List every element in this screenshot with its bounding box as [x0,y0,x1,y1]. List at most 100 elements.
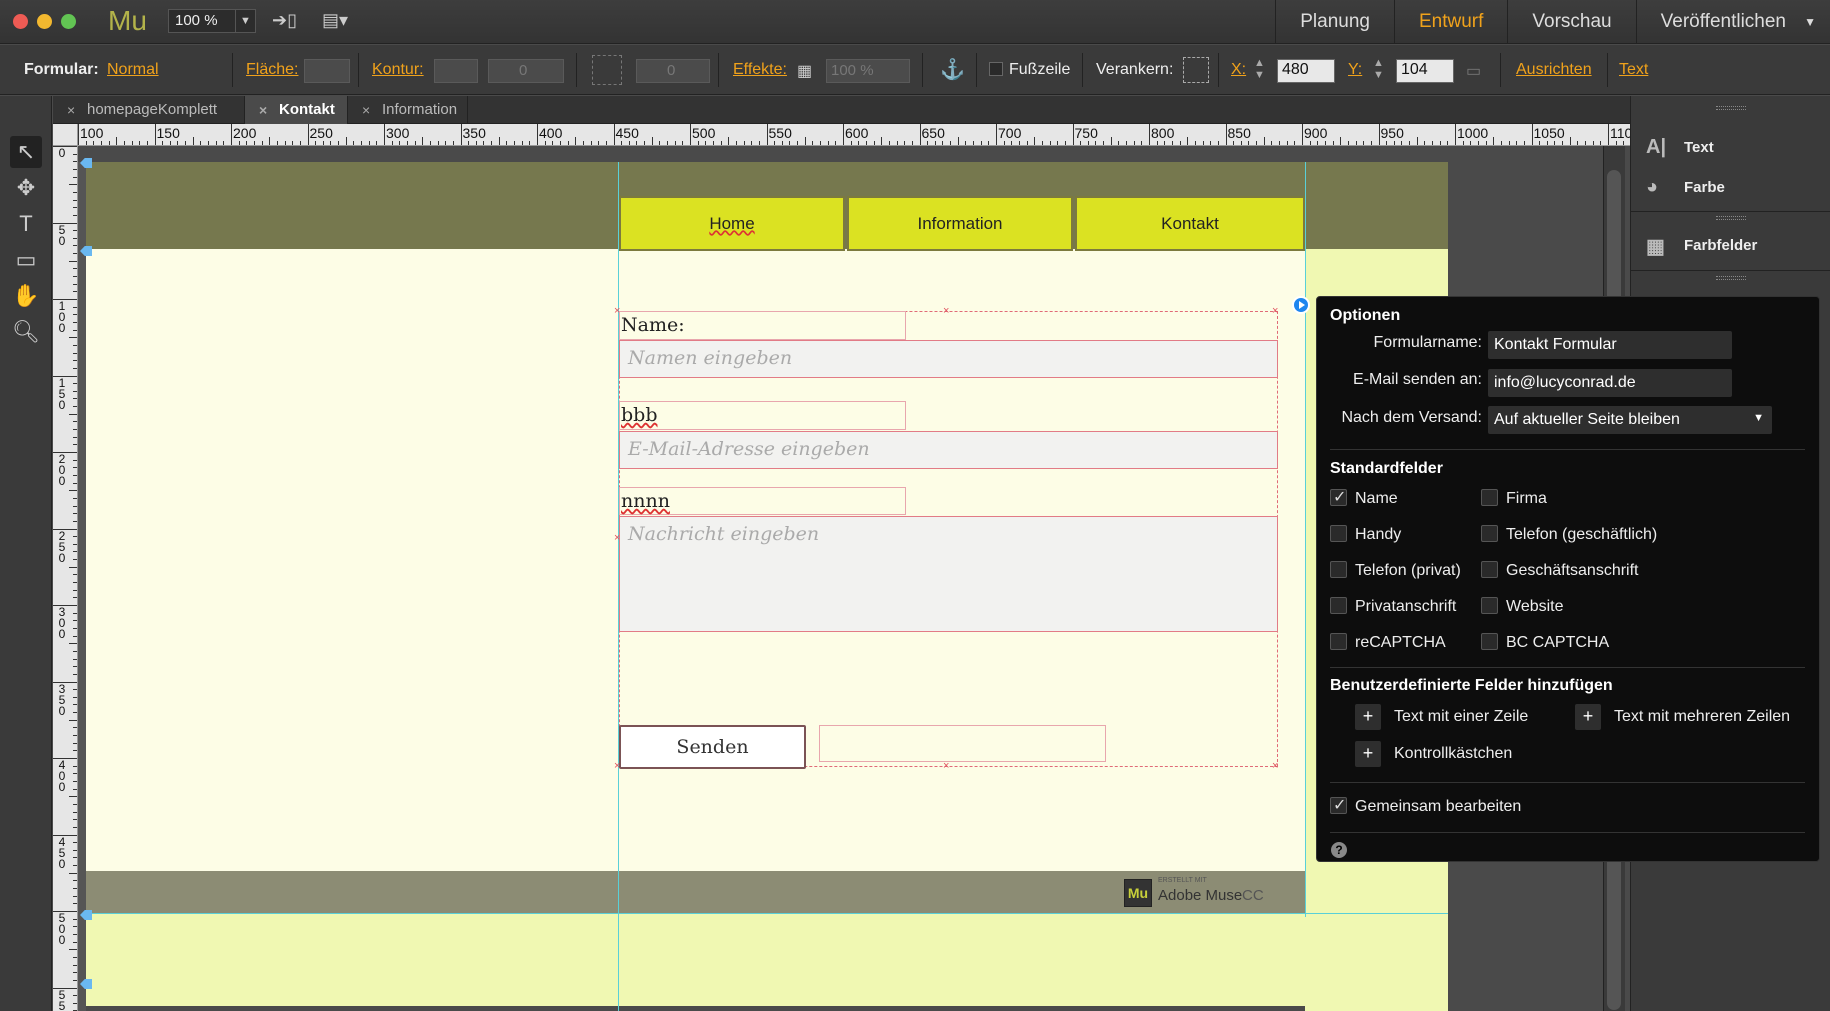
help-icon[interactable]: ? [1331,842,1347,858]
ruler-tick [73,520,77,522]
field-bc-captcha-checkbox[interactable]: BC CAPTCHA [1481,633,1609,652]
corner-radius-icon [592,55,622,85]
film-strip-icon[interactable]: ▤▾ [322,10,348,31]
field-telefon-geschaeftlich-checkbox[interactable]: Telefon (geschäftlich) [1481,525,1657,544]
y-input[interactable]: 104 [1396,59,1454,83]
add-multi-line-plus-icon[interactable]: + [1575,704,1601,730]
place-icon[interactable]: ➔▯ [272,10,297,31]
message-label-text: nnnn [621,490,670,512]
field-website-checkbox[interactable]: Website [1481,597,1564,616]
add-checkbox-label[interactable]: Kontrollkästchen [1394,745,1512,763]
x-input[interactable]: 480 [1277,59,1335,83]
field-privatanschrift-checkbox[interactable]: Privatanschrift [1330,597,1456,616]
field-name-checkbox[interactable]: Name [1330,487,1398,508]
mode-veroeffentlichen[interactable]: Veröffentlichen ▼ [1635,0,1830,44]
shared-edit-checkbox[interactable]: Gemeinsam bearbeiten [1330,795,1521,816]
zoom-select[interactable]: 100 % ▼ [168,9,256,33]
options-popover-toggle-icon[interactable] [1292,296,1310,314]
mode-entwurf[interactable]: Entwurf [1393,0,1507,44]
selection-tool-icon[interactable]: ↖ [10,136,42,168]
panel-grip[interactable] [1716,216,1746,220]
stroke-swatch[interactable] [434,59,478,83]
zoom-tool-icon[interactable]: 🔍︎ [10,316,42,348]
formname-input[interactable]: Kontakt Formular [1488,331,1732,359]
y-link[interactable]: Y: [1348,61,1362,79]
tab-homepagekomplett[interactable]: × homepageKomplett [53,96,245,124]
submit-button[interactable]: Senden [619,725,806,769]
stroke-width-stepper[interactable]: 0 [488,59,564,83]
corner-radius-stepper[interactable]: 0 [636,59,710,83]
close-icon[interactable]: × [67,96,75,124]
email-field[interactable]: E-Mail-Adresse eingeben [619,431,1278,469]
field-geschaeftsanschrift-checkbox[interactable]: Geschäftsanschrift [1481,561,1639,580]
muse-logo: Mu [108,5,147,36]
add-single-line-label[interactable]: Text mit einer Zeile [1394,708,1528,726]
mode-planung[interactable]: Planung [1275,0,1394,44]
message-field[interactable]: Nachricht eingeben [619,516,1278,632]
tab-information[interactable]: × Information [348,96,468,124]
field-firma-checkbox[interactable]: Firma [1481,489,1547,508]
stroke-link[interactable]: Kontur: [372,61,424,79]
ruler-tick [575,137,577,145]
name-field[interactable]: Namen eingeben [619,340,1278,378]
resize-handle-icon[interactable]: × [943,761,949,772]
email-label[interactable]: bbb [619,401,906,430]
ruler-tick [414,141,416,145]
minimize-window-button[interactable] [37,14,52,29]
ruler-tick [73,773,77,775]
field-handy-checkbox[interactable]: Handy [1330,525,1401,544]
opacity-field[interactable]: 100 % [826,59,910,83]
panel-farbfelder[interactable]: ▦ Farbfelder [1631,226,1830,266]
resize-handle-icon[interactable]: × [1272,761,1278,772]
panel-text[interactable]: A| Text [1631,128,1830,168]
x-link[interactable]: X: [1231,61,1246,79]
text-tool-icon[interactable]: T [10,208,42,240]
form-state-link[interactable]: Normal [107,61,159,79]
ruler-tick [169,141,171,145]
ruler-label: 950 [1380,125,1404,141]
field-telefon-privat-checkbox[interactable]: Telefon (privat) [1330,561,1461,580]
name-label[interactable]: Name: [619,311,906,340]
close-icon[interactable]: × [259,96,267,124]
panel-farbe[interactable]: ◕ Farbe [1631,168,1830,208]
panel-grip[interactable] [1716,276,1746,280]
ruler-tick [521,141,523,145]
anchor-grid-icon[interactable] [1183,57,1209,83]
effects-link[interactable]: Effekte: [733,61,787,79]
x-stepper-icon[interactable]: ▲ ▼ [1254,57,1265,81]
nav-kontakt[interactable]: Kontakt [1075,196,1305,251]
form-message-area[interactable] [819,725,1106,762]
footer-checkbox[interactable]: Fußzeile [989,61,1070,79]
close-window-button[interactable] [13,14,28,29]
hand-tool-icon[interactable]: ✋ [10,280,42,312]
ruler-tick [529,141,531,145]
tab-kontakt[interactable]: × Kontakt [245,96,348,124]
nav-home[interactable]: Home [619,196,845,251]
divider [358,53,359,87]
text-link[interactable]: Text [1619,61,1648,79]
add-checkbox-plus-icon[interactable]: + [1355,741,1381,767]
close-icon[interactable]: × [362,96,370,124]
align-link[interactable]: Ausrichten [1516,61,1592,79]
resize-handle-icon[interactable]: × [943,306,949,317]
add-multi-line-label[interactable]: Text mit mehreren Zeilen [1614,708,1790,726]
ruler-tick [73,650,77,652]
after-send-select[interactable]: Auf aktueller Seite bleiben ▼ [1488,406,1772,434]
message-label[interactable]: nnnn [619,487,906,515]
nav-information[interactable]: Information [847,196,1073,251]
panel-grip[interactable] [1716,106,1746,110]
mode-vorschau[interactable]: Vorschau [1507,0,1635,44]
add-single-line-plus-icon[interactable]: + [1355,704,1381,730]
ruler-tick [927,141,929,145]
email-to-input[interactable]: info@lucyconrad.de [1488,369,1732,397]
anchor-icon[interactable]: ⚓ [940,57,965,82]
y-stepper-icon[interactable]: ▲ ▼ [1373,57,1384,81]
resize-handle-icon[interactable]: × [1272,306,1278,317]
field-recaptcha-checkbox[interactable]: reCAPTCHA [1330,633,1446,652]
ruler-label: 50 [58,222,66,248]
crop-tool-icon[interactable]: ✥ [10,172,42,204]
fill-swatch[interactable] [304,59,350,83]
fill-link[interactable]: Fläche: [246,61,298,79]
rectangle-tool-icon[interactable]: ▭ [10,244,42,276]
zoom-window-button[interactable] [61,14,76,29]
